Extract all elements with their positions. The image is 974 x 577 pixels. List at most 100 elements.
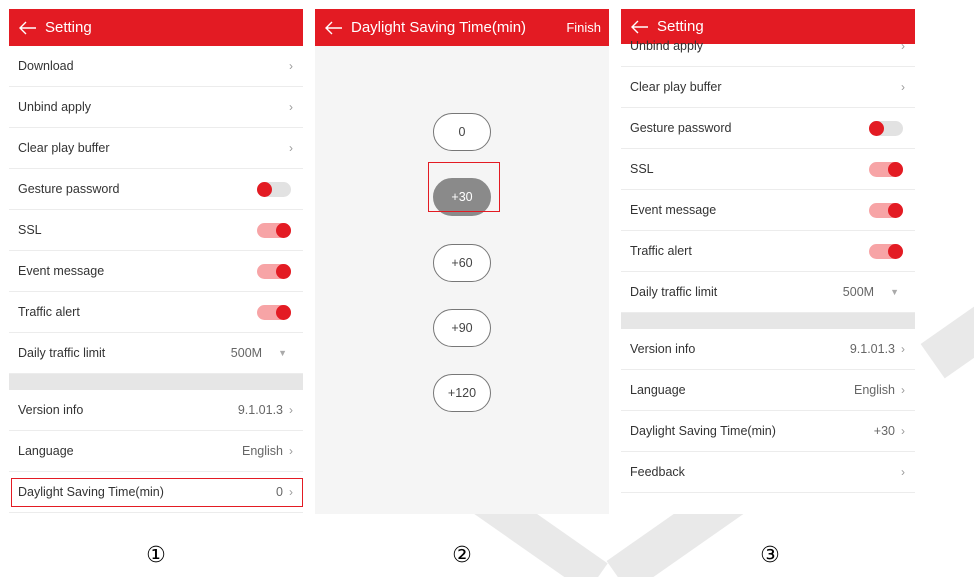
row-label: Download (18, 59, 74, 73)
toggle-knob (888, 161, 903, 177)
row-label: Feedback (630, 465, 685, 479)
row-label: Event message (630, 203, 717, 217)
dst-option-plus120[interactable]: +120 (433, 374, 491, 412)
dst-option-0[interactable]: 0 (433, 113, 491, 151)
screenshot-stage: Setting Download › Unbind apply › Clear play… (0, 0, 974, 577)
toggle-knob (276, 222, 291, 238)
toggle-switch[interactable] (257, 304, 291, 320)
row-label: Traffic alert (630, 244, 692, 258)
settings-row-daily-traffic-limit[interactable]: Daily traffic limit 500M ▼ (621, 272, 915, 313)
row-value: 500M (230, 346, 263, 360)
row-label: SSL (18, 223, 42, 237)
caret-down-icon[interactable]: ▼ (278, 348, 287, 358)
toggle-knob (257, 181, 272, 197)
row-label: Traffic alert (18, 305, 80, 319)
toggle-switch[interactable] (257, 222, 291, 238)
row-value: +30 (873, 424, 895, 438)
settings-row-ssl[interactable]: SSL (621, 149, 915, 190)
toggle-knob (276, 263, 291, 279)
toggle-switch[interactable] (869, 202, 903, 218)
row-label: Daily traffic limit (630, 285, 718, 299)
settings-row-gesture-password[interactable]: Gesture password (621, 108, 915, 149)
settings-row-download[interactable]: Download › (9, 46, 303, 87)
settings-row-daily-traffic-limit[interactable]: Daily traffic limit 500M ▼ (9, 333, 303, 374)
chevron-right-icon: › (901, 39, 905, 53)
row-label: Event message (18, 264, 105, 278)
settings-row-traffic-alert[interactable]: Traffic alert (621, 231, 915, 272)
dst-option-plus30[interactable]: +30 (433, 178, 491, 216)
settings-row-version-info[interactable]: Version info 9.1.01.3 › (9, 390, 303, 431)
dst-option-plus90[interactable]: +90 (433, 309, 491, 347)
toggle-knob (888, 202, 903, 218)
settings-row-version-info[interactable]: Version info 9.1.01.3 › (621, 329, 915, 370)
chevron-right-icon: › (901, 383, 905, 397)
row-value: 0 (276, 485, 283, 499)
toggle-knob (869, 120, 884, 136)
settings-row-language[interactable]: Language English › (9, 431, 303, 472)
chevron-right-icon: › (289, 59, 293, 73)
settings-row-event-message[interactable]: Event message (621, 190, 915, 231)
chevron-right-icon: › (901, 80, 905, 94)
row-label: Clear play buffer (630, 80, 722, 94)
row-value: English (854, 383, 895, 397)
settings-list-info: Version info 9.1.01.3 › Language English › Day… (621, 329, 915, 493)
row-label: Version info (18, 403, 84, 417)
settings-row-daylight-saving-time-min[interactable]: Daylight Saving Time(min) 0 › (9, 472, 303, 513)
toggle-switch[interactable] (869, 243, 903, 259)
section-divider (9, 374, 303, 390)
page-title: Daylight Saving Time(min) (351, 19, 527, 36)
settings-row-ssl[interactable]: SSL (9, 210, 303, 251)
section-divider (621, 313, 915, 329)
arrow-left-icon[interactable] (17, 17, 39, 39)
row-label: Gesture password (18, 182, 120, 196)
arrow-left-icon[interactable] (323, 17, 345, 39)
settings-row-gesture-password[interactable]: Gesture password (9, 169, 303, 210)
settings-list-info: Version info 9.1.01.3 › Language English › Day… (9, 390, 303, 513)
caret-down-icon[interactable]: ▼ (890, 287, 899, 297)
row-label: Unbind apply (18, 100, 91, 114)
toggle-switch[interactable] (869, 120, 903, 136)
settings-row-traffic-alert[interactable]: Traffic alert (9, 292, 303, 333)
row-label: Unbind apply (630, 39, 703, 53)
row-value: 9.1.01.3 (237, 403, 283, 417)
settings-row-clear-play-buffer[interactable]: Clear play buffer › (9, 128, 303, 169)
row-value: English (242, 444, 283, 458)
settings-row-daylight-saving-time-min[interactable]: Daylight Saving Time(min) +30 › (621, 411, 915, 452)
row-label: Language (630, 383, 686, 397)
settings-row-unbind-apply[interactable]: Unbind apply › (9, 87, 303, 128)
dst-option-plus60[interactable]: +60 (433, 244, 491, 282)
settings-list: Unbind apply › Clear play buffer › Gesture p… (621, 26, 915, 313)
chevron-right-icon: › (901, 424, 905, 438)
toggle-knob (888, 243, 903, 259)
settings-row-clear-play-buffer[interactable]: Clear play buffer › (621, 67, 915, 108)
chevron-right-icon: › (901, 465, 905, 479)
chevron-right-icon: › (289, 141, 293, 155)
dst-picker-screen: Daylight Saving Time(min) Finish 0 +30 +60… (315, 9, 609, 514)
row-label: Daily traffic limit (18, 346, 106, 360)
settings-screen-3: Setting Unbind apply › Clear play buffer › G… (621, 9, 915, 514)
step-marker-3: ③ (760, 543, 780, 568)
finish-button[interactable]: Finish (566, 20, 601, 35)
page-title: Setting (657, 18, 704, 35)
page-title: Setting (45, 19, 92, 36)
row-label: Gesture password (630, 121, 732, 135)
step-marker-2: ② (452, 543, 472, 568)
toggle-switch[interactable] (257, 263, 291, 279)
settings-row-feedback[interactable]: Feedback › (621, 452, 915, 493)
row-label: Language (18, 444, 74, 458)
toggle-switch[interactable] (257, 181, 291, 197)
settings-row-event-message[interactable]: Event message (9, 251, 303, 292)
toggle-knob (276, 304, 291, 320)
toggle-switch[interactable] (869, 161, 903, 177)
row-label: Clear play buffer (18, 141, 110, 155)
step-marker-1: ① (146, 543, 166, 568)
settings-row-language[interactable]: Language English › (621, 370, 915, 411)
row-value: 9.1.01.3 (849, 342, 895, 356)
row-label: SSL (630, 162, 654, 176)
arrow-left-icon[interactable] (629, 16, 651, 38)
row-value: 500M (842, 285, 875, 299)
watermark-shape (920, 263, 974, 379)
row-label: Daylight Saving Time(min) (630, 424, 776, 438)
chevron-right-icon: › (901, 342, 905, 356)
chevron-right-icon: › (289, 100, 293, 114)
